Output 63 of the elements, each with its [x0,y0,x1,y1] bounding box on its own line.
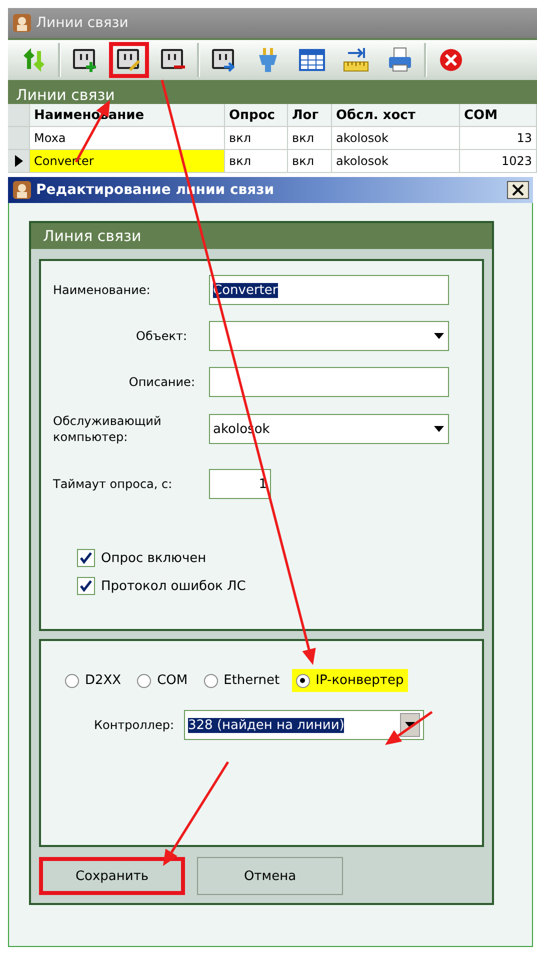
printer-icon [387,47,413,73]
radio-option[interactable]: Ethernet [200,669,284,692]
field-label: Обслуживающий компьютер: [53,413,162,446]
checkmark-icon [80,552,92,564]
plug-icon [256,47,280,73]
table-cell: вкл [288,150,332,173]
close-icon [512,184,524,196]
field-label: Наименование: [53,282,152,298]
close-icon [439,48,463,72]
window-title: Линии связи [36,15,128,31]
radio-option[interactable]: COM [133,669,192,692]
app-icon [12,180,32,200]
row-header-cell [8,104,30,127]
field-label: Описание: [128,374,196,390]
radio-button[interactable] [65,674,79,688]
field-label: Контроллер: [92,716,175,734]
column-header[interactable]: Лог [288,104,332,127]
table-icon [299,49,325,71]
checkbox[interactable] [77,549,95,568]
dropdown-field[interactable] [209,321,449,351]
outlet-plus-icon [72,48,98,72]
row-indicator[interactable] [8,150,30,173]
cancel-button[interactable]: Отмена [197,857,343,895]
dropdown-caret-icon[interactable] [433,332,445,340]
dropdown-field[interactable]: 328 (найден на линии) [184,710,424,740]
radio-button[interactable] [296,674,310,688]
radio-button[interactable] [137,674,152,688]
refresh-icon [21,47,47,73]
section-title: Линии связи [8,80,537,104]
group-title: Линия связи [31,223,492,249]
table-cell: 1023 [460,150,537,173]
input-field[interactable] [209,367,449,397]
checkbox[interactable] [77,577,95,596]
checkbox-label: Опрос включен [101,550,206,566]
outlet-pencil-icon [116,48,142,72]
table-cell: вкл [288,127,332,150]
radio-option[interactable]: D2XX [61,669,126,692]
highlighted-radio-option[interactable]: IP-конвертер [292,669,408,692]
column-header[interactable]: Обсл. хост [332,104,460,127]
outlet-minus-icon [160,48,186,72]
column-header[interactable]: COM [460,104,537,127]
checkmark-icon [80,580,92,592]
annotation-arrow [385,710,433,745]
checkbox-label: Протокол ошибок ЛС [101,578,246,594]
caret-icon [405,722,415,728]
radio-button[interactable] [204,674,218,688]
field-label: Таймаут опроса, с: [53,476,174,492]
ruler-icon [342,47,370,73]
table-cell: Converter [30,150,225,173]
dropdown-caret-icon[interactable] [433,425,445,434]
close-button[interactable] [507,181,529,199]
table-cell: akolosok [332,127,460,150]
input-field[interactable]: 1 [209,469,271,500]
app-icon [12,13,32,33]
table-cell: 13 [460,127,537,150]
outlet-pencil-button[interactable] [109,42,149,78]
table-cell: вкл [225,150,288,173]
current-row-icon [14,155,22,167]
field-label: Объект: [135,328,188,344]
table-cell: akolosok [332,150,460,173]
save-button[interactable]: Сохранить [39,857,185,895]
table-cell: вкл [225,127,288,150]
column-header[interactable]: Опрос [225,104,288,127]
